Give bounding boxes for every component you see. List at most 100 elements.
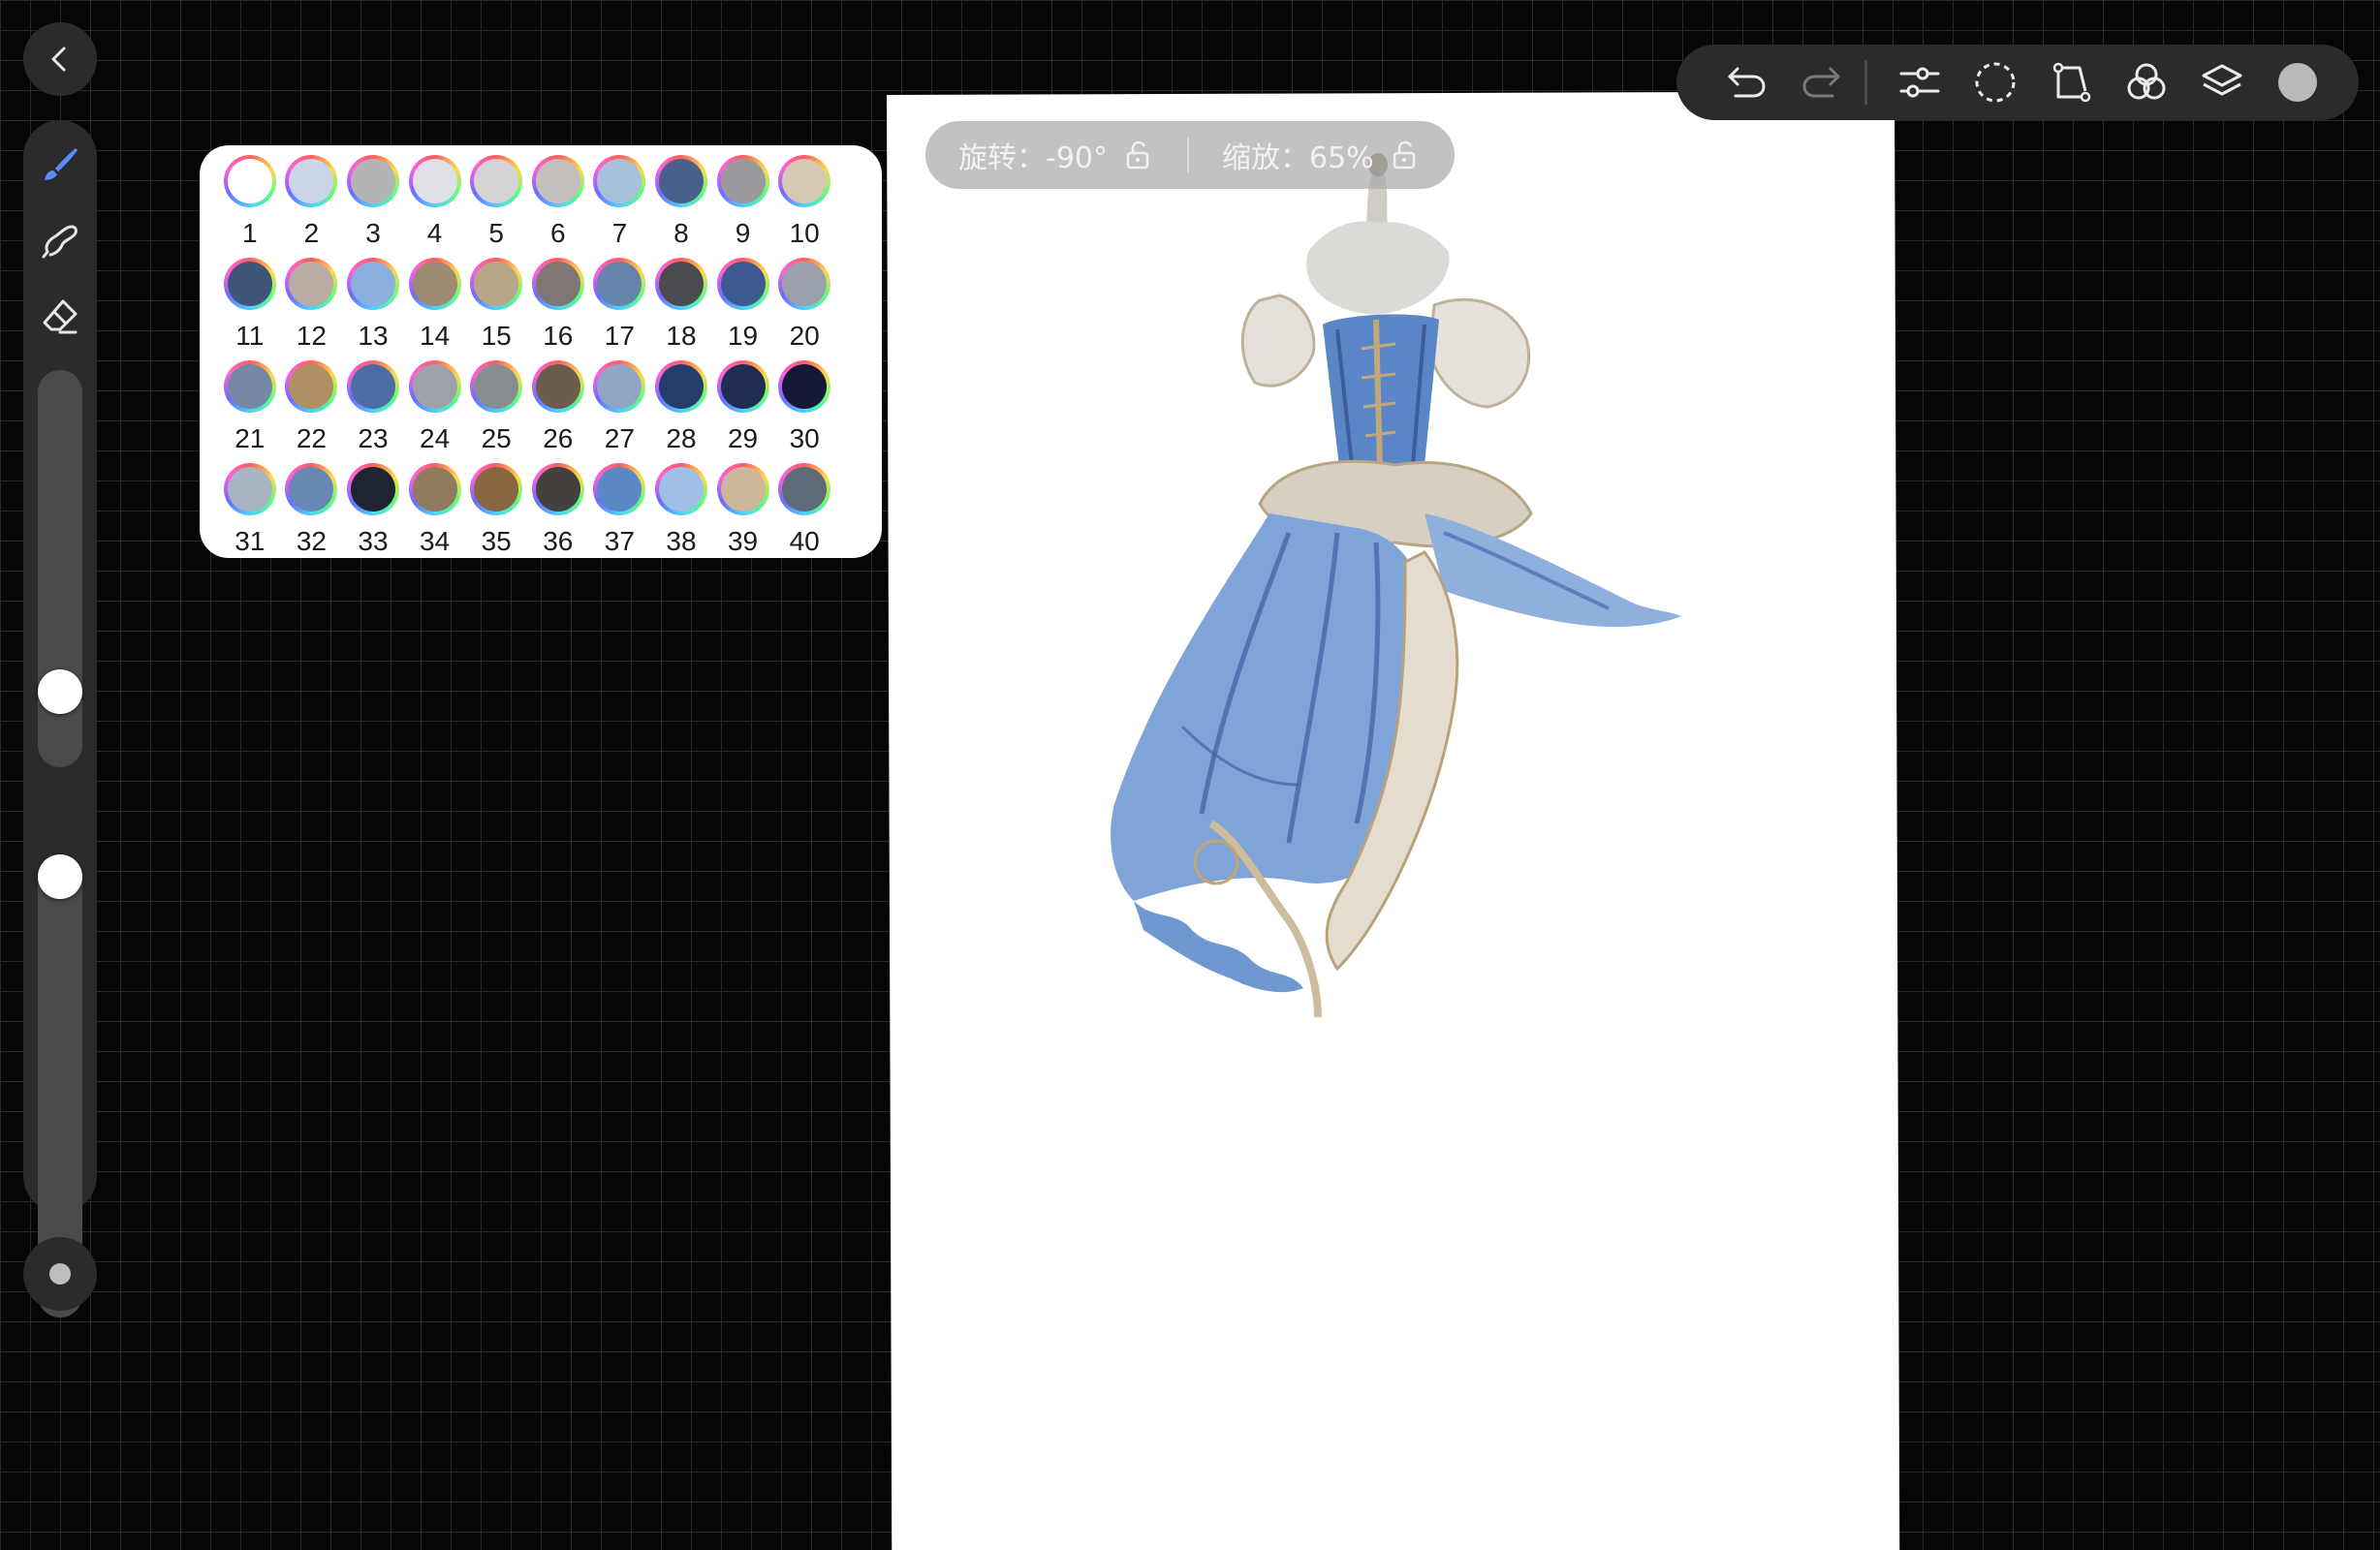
palette-swatch-9[interactable]: 9 <box>712 151 774 254</box>
palette-swatch-19[interactable]: 19 <box>712 254 774 356</box>
palette-swatch-12[interactable]: 12 <box>281 254 343 356</box>
palette-swatch-17[interactable]: 17 <box>589 254 651 356</box>
brush-tool-button[interactable] <box>31 136 89 194</box>
swatch-ring[interactable] <box>778 258 831 310</box>
swatch-ring[interactable] <box>778 155 831 207</box>
layers-icon <box>2202 64 2242 96</box>
swatch-ring[interactable] <box>346 155 399 207</box>
color-button[interactable] <box>2269 53 2327 111</box>
palette-swatch-10[interactable]: 10 <box>773 151 835 254</box>
swatch-ring[interactable] <box>593 463 646 515</box>
palette-swatch-18[interactable]: 18 <box>650 254 712 356</box>
palette-swatch-24[interactable]: 24 <box>404 356 466 459</box>
transform-button[interactable] <box>2042 53 2100 111</box>
swatch-ring[interactable] <box>470 463 523 515</box>
blend-button[interactable] <box>2117 53 2176 111</box>
swatch-ring[interactable] <box>223 360 276 413</box>
palette-swatch-36[interactable]: 36 <box>527 459 589 562</box>
smudge-tool-button[interactable] <box>31 211 89 269</box>
palette-swatch-3[interactable]: 3 <box>342 151 404 254</box>
opacity-slider-thumb[interactable] <box>38 854 82 899</box>
swatch-ring[interactable] <box>223 155 276 207</box>
adjustments-button[interactable] <box>1891 53 1949 111</box>
swatch-ring[interactable] <box>223 463 276 515</box>
palette-swatch-5[interactable]: 5 <box>465 151 527 254</box>
palette-swatch-37[interactable]: 37 <box>589 459 651 562</box>
palette-swatch-33[interactable]: 33 <box>342 459 404 562</box>
swatch-ring[interactable] <box>285 155 338 207</box>
swatch-ring[interactable] <box>716 360 769 413</box>
modify-button[interactable] <box>23 1237 97 1311</box>
swatch-ring[interactable] <box>470 360 523 413</box>
swatch-ring[interactable] <box>346 360 399 413</box>
swatch-ring[interactable] <box>531 360 584 413</box>
swatch-ring[interactable] <box>778 463 831 515</box>
palette-swatch-1[interactable]: 1 <box>219 151 281 254</box>
swatch-ring[interactable] <box>285 360 338 413</box>
swatch-ring[interactable] <box>223 258 276 310</box>
palette-swatch-23[interactable]: 23 <box>342 356 404 459</box>
palette-swatch-16[interactable]: 16 <box>527 254 589 356</box>
palette-swatch-20[interactable]: 20 <box>773 254 835 356</box>
swatch-ring[interactable] <box>654 258 707 310</box>
palette-swatch-4[interactable]: 4 <box>404 151 466 254</box>
layers-button[interactable] <box>2193 53 2251 111</box>
undo-button[interactable] <box>1717 53 1775 111</box>
swatch-ring[interactable] <box>654 463 707 515</box>
palette-swatch-14[interactable]: 14 <box>404 254 466 356</box>
palette-swatch-13[interactable]: 13 <box>342 254 404 356</box>
selection-button[interactable] <box>1966 53 2024 111</box>
swatch-ring[interactable] <box>531 155 584 207</box>
swatch-ring[interactable] <box>593 155 646 207</box>
brush-size-slider-thumb[interactable] <box>38 669 82 715</box>
swatch-ring[interactable] <box>654 360 707 413</box>
palette-swatch-2[interactable]: 2 <box>281 151 343 254</box>
swatch-ring[interactable] <box>593 360 646 413</box>
swatch-ring[interactable] <box>285 258 338 310</box>
redo-button[interactable] <box>1793 53 1851 111</box>
palette-swatch-35[interactable]: 35 <box>465 459 527 562</box>
eraser-tool-button[interactable] <box>31 287 89 345</box>
palette-swatch-8[interactable]: 8 <box>650 151 712 254</box>
swatch-ring[interactable] <box>778 360 831 413</box>
palette-swatch-31[interactable]: 31 <box>219 459 281 562</box>
swatch-ring[interactable] <box>654 155 707 207</box>
palette-swatch-6[interactable]: 6 <box>527 151 589 254</box>
swatch-ring[interactable] <box>285 463 338 515</box>
palette-swatch-22[interactable]: 22 <box>281 356 343 459</box>
swatch-ring[interactable] <box>408 463 461 515</box>
swatch-ring[interactable] <box>531 258 584 310</box>
palette-swatch-7[interactable]: 7 <box>589 151 651 254</box>
swatch-ring[interactable] <box>470 258 523 310</box>
palette-swatch-25[interactable]: 25 <box>465 356 527 459</box>
swatch-ring[interactable] <box>408 360 461 413</box>
swatch-ring[interactable] <box>531 463 584 515</box>
palette-swatch-15[interactable]: 15 <box>465 254 527 356</box>
back-button[interactable] <box>23 22 97 96</box>
palette-swatch-27[interactable]: 27 <box>589 356 651 459</box>
palette-swatch-28[interactable]: 28 <box>650 356 712 459</box>
rotation-unlock-icon[interactable] <box>1123 140 1154 170</box>
palette-swatch-11[interactable]: 11 <box>219 254 281 356</box>
palette-swatch-40[interactable]: 40 <box>773 459 835 562</box>
swatch-ring[interactable] <box>470 155 523 207</box>
palette-swatch-30[interactable]: 30 <box>773 356 835 459</box>
brush-size-slider[interactable] <box>38 370 82 767</box>
swatch-ring[interactable] <box>593 258 646 310</box>
swatch-ring[interactable] <box>408 258 461 310</box>
palette-swatch-39[interactable]: 39 <box>712 459 774 562</box>
swatch-ring[interactable] <box>716 258 769 310</box>
palette-swatch-34[interactable]: 34 <box>404 459 466 562</box>
swatch-ring[interactable] <box>346 258 399 310</box>
palette-swatch-38[interactable]: 38 <box>650 459 712 562</box>
swatch-ring[interactable] <box>346 463 399 515</box>
palette-swatch-32[interactable]: 32 <box>281 459 343 562</box>
swatch-ring[interactable] <box>716 155 769 207</box>
palette-swatch-21[interactable]: 21 <box>219 356 281 459</box>
palette-swatch-29[interactable]: 29 <box>712 356 774 459</box>
swatch-ring[interactable] <box>408 155 461 207</box>
swatch-ring[interactable] <box>716 463 769 515</box>
palette-swatch-26[interactable]: 26 <box>527 356 589 459</box>
swatch-label: 9 <box>735 218 751 248</box>
zoom-unlock-icon[interactable] <box>1390 140 1421 170</box>
